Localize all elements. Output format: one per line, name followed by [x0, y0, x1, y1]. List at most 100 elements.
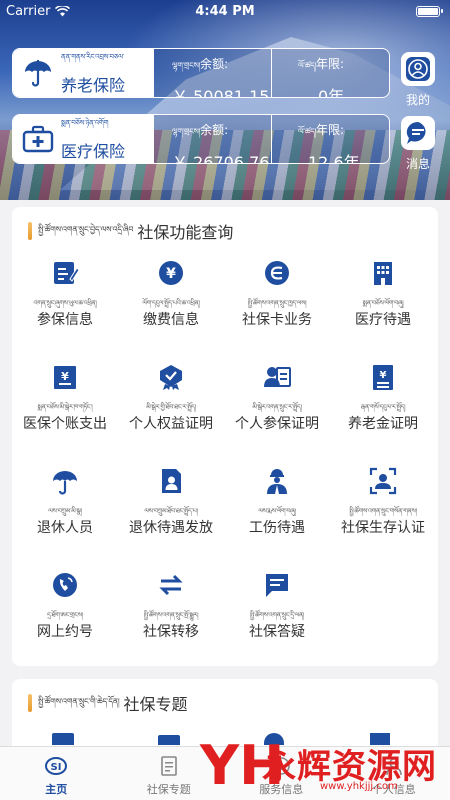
- function-personal-rights-cert[interactable]: མི་སྒེར་གྱི་ཐོབ་ཐང་ར་སྤྲོད། 个人权益证明: [118, 355, 224, 455]
- watermark: YH 永辉资源网 www.yhkjjj.com: [200, 735, 450, 800]
- svg-text:¥: ¥: [380, 370, 387, 381]
- topics-panel-title: སྤྱི་ཚོགས་འགན་སྲུང་གི་ཆེད་དོན། 社保专题: [28, 691, 188, 715]
- function-tibetan: སྤྱི་ཚོགས་འགན་སྲུང་སྤོ་སྒྱུར།: [143, 611, 199, 619]
- function-tibetan: དྲ་ཐོག་ཨང་གྲངས།: [47, 611, 83, 619]
- user-icon: [401, 52, 435, 86]
- pension-card-title: ནན་གནས་རིང་འབྲས་བཅལ་ 养老保险: [13, 49, 154, 97]
- function-label: 社保生存认证: [341, 520, 425, 536]
- functions-title: 社保功能查询: [137, 223, 234, 242]
- medical-balance-value: ￥ 26706.76: [172, 153, 270, 164]
- medical-years-value: 12.6年: [308, 153, 360, 164]
- function-label: 参保信息: [37, 312, 93, 328]
- pension-tibetan-label: ནན་གནས་རིང་འབྲས་བཅལ་: [61, 53, 125, 61]
- topics-title-tibetan: སྤྱི་ཚོགས་འགན་སྲུང་གི་ཆེད་དོན།: [38, 696, 120, 706]
- pension-balance-label: 余额:: [200, 57, 229, 71]
- function-label: 退休待遇发放: [129, 520, 213, 536]
- pension-balance-value: ￥ 50081.15: [172, 87, 270, 98]
- topics-title: 社保专题: [123, 695, 188, 714]
- title-accent-bar: [28, 222, 32, 240]
- function-tibetan: ལས་རྨས་ལོག་བཞུ།: [258, 507, 296, 515]
- function-insurance-qa[interactable]: སྤྱི་ཚོགས་འགན་སྲུང་དྲི་ལན། 社保答疑: [224, 563, 330, 663]
- functions-panel-title: སྤྱི་ཚོགས་འགན་སྲུང་བྱེད་ལས་འདྲི་ཞིབ 社保功能…: [28, 219, 233, 243]
- tab-home[interactable]: SI 主页: [0, 747, 113, 800]
- my-profile-button[interactable]: 我的: [400, 52, 436, 108]
- function-tibetan: སྤྱི་ཚོགས་འགན་སྲུང་གསོན་གནས།: [349, 507, 417, 515]
- function-label: 工伤待遇: [249, 520, 305, 536]
- ledger-icon: ¥: [49, 361, 81, 393]
- pension-years-label: 年限:: [315, 57, 344, 71]
- pension-years: ལོ་ཚད།年限: 0年: [272, 49, 389, 97]
- status-bar: Carrier 4:44 PM: [0, 0, 450, 24]
- face-scan-icon: [367, 465, 399, 497]
- function-label: 社保答疑: [249, 624, 305, 640]
- medical-years: ལོ་ཚད།年限: 12.6年: [272, 115, 389, 163]
- tab-label: 社保专题: [146, 783, 191, 796]
- function-retirement-payout[interactable]: ལས་བཀྲུམ་ཐོབ་ཐང་སྤྲོད་པ། 退休待遇发放: [118, 459, 224, 559]
- function-retirees[interactable]: ལས་བཀྲུམ་མི་སྣ། 退休人员: [12, 459, 118, 559]
- document-icon: [158, 755, 180, 777]
- function-injury-benefits[interactable]: ལས་རྨས་ལོག་བཞུ། 工伤待遇: [224, 459, 330, 559]
- function-insurance-transfer[interactable]: སྤྱི་ཚོགས་འགན་སྲུང་སྤོ་སྒྱུར། 社保转移: [118, 563, 224, 663]
- medical-years-tibetan: ལོ་ཚད།: [298, 127, 316, 136]
- medical-years-label: 年限:: [315, 123, 344, 137]
- function-medical-account-expense[interactable]: ¥ སྨན་བཅོས་མི་སྒེར་ཁ་གཏོང་། 医保个账支出: [12, 355, 118, 455]
- medical-insurance-card[interactable]: སྨན་བཅོས་ཉེན་འགོག 医疗保险 ལྷག་གྲངས།余额: ￥ 26…: [12, 114, 390, 164]
- medical-tibetan-label: སྨན་བཅོས་ཉེན་འགོག: [61, 119, 109, 127]
- topic-icon-partial: [52, 733, 74, 745]
- function-label: 退休人员: [37, 520, 93, 536]
- chat-icon: [261, 569, 293, 601]
- function-medical-benefits[interactable]: སྨན་བཅོས་ལོག་བཞུ། 医疗待遇: [330, 251, 436, 351]
- medical-title: 医疗保险: [61, 142, 126, 161]
- functions-title-tibetan: སྤྱི་ཚོགས་འགན་སྲུང་བྱེད་ལས་འདྲི་ཞིབ: [38, 224, 134, 234]
- function-personal-insurance-cert[interactable]: མི་སྒེར་འགན་སྲུང་ར་སྤྲོད། 个人参保证明: [224, 355, 330, 455]
- function-label: 医疗待遇: [355, 312, 411, 328]
- message-icon: [401, 116, 435, 150]
- certificate-icon: ¥: [367, 361, 399, 393]
- function-survival-auth[interactable]: སྤྱི་ཚོགས་འགན་སྲུང་གསོན་གནས། 社保生存认证: [330, 459, 436, 559]
- function-tibetan: ལས་བཀྲུམ་ཐོབ་ཐང་སྤྲོད་པ།: [144, 507, 198, 515]
- home-logo-icon: SI: [45, 755, 68, 777]
- function-card-business[interactable]: སྤྱི་ཚོགས་འགན་སྲུང་ཁྱད་ལས། 社保卡业务: [224, 251, 330, 351]
- function-tibetan: ལོག་དངུལ་སྤྲོད་པའི་ཆ་འཕྲིན།: [142, 299, 200, 307]
- umbrella-icon: [21, 56, 55, 90]
- function-label: 养老金证明: [348, 416, 418, 432]
- functions-panel: སྤྱི་ཚོགས་འགན་སྲུང་བྱེད་ལས་འདྲི་ཞིབ 社保功能…: [12, 207, 438, 666]
- edit-doc-icon: [49, 257, 81, 289]
- function-online-appointment[interactable]: དྲ་ཐོག་ཨང་གྲངས། 网上约号: [12, 563, 118, 663]
- header-background: [0, 0, 450, 200]
- messages-label: 消息: [405, 157, 430, 171]
- worker-icon: [261, 465, 293, 497]
- function-label: 社保卡业务: [242, 312, 312, 328]
- clock: 4:44 PM: [195, 4, 255, 19]
- function-insurance-info[interactable]: འགན་སྲུང་ཞུགས་ཡུལ་ཆ་འཕྲིན། 参保信息: [12, 251, 118, 351]
- pension-insurance-card[interactable]: ནན་གནས་རིང་འབྲས་བཅལ་ 养老保险 ལྷག་གྲངས།余额: ￥…: [12, 48, 390, 98]
- function-tibetan: རྒན་གསོ་དངུལ་ར་སྤྲོད།: [360, 403, 406, 411]
- person-doc-icon: [155, 465, 187, 497]
- pension-balance-tibetan: ལྷག་གྲངས།: [172, 61, 201, 70]
- my-profile-label: 我的: [405, 93, 430, 107]
- function-pension-cert[interactable]: ¥ རྒན་གསོ་དངུལ་ར་སྤྲོད། 养老金证明: [330, 355, 436, 455]
- watermark-url: www.yhkjjj.com: [320, 781, 398, 792]
- pension-title: 养老保险: [61, 76, 126, 95]
- function-label: 个人参保证明: [235, 416, 319, 432]
- card-icon: [261, 257, 293, 289]
- tab-label: 主页: [45, 783, 68, 796]
- pension-years-value: 0年: [318, 87, 345, 98]
- function-payment-info[interactable]: ¥ ལོག་དངུལ་སྤྲོད་པའི་ཆ་འཕྲིན། 缴费信息: [118, 251, 224, 351]
- svg-text:SI: SI: [51, 762, 62, 773]
- svg-text:¥: ¥: [166, 266, 176, 282]
- medical-balance: ལྷག་གྲངས།余额: ￥ 26706.76: [154, 115, 272, 163]
- id-card-icon: [261, 361, 293, 393]
- function-label: 社保转移: [143, 624, 199, 640]
- function-tibetan: མི་སྒེར་འགན་སྲུང་ར་སྤྲོད།: [252, 403, 302, 411]
- messages-button[interactable]: 消息: [400, 116, 436, 172]
- umbrella-icon: [49, 465, 81, 497]
- function-tibetan: ལས་བཀྲུམ་མི་སྣ།: [48, 507, 82, 515]
- hospital-icon: [367, 257, 399, 289]
- topic-icon-partial: [158, 735, 180, 745]
- title-accent-bar: [28, 694, 32, 712]
- phone-call-icon: [49, 569, 81, 601]
- function-tibetan: སྤྱི་ཚོགས་འགན་སྲུང་ཁྱད་ལས།: [247, 299, 307, 307]
- medical-balance-tibetan: ལྷག་གྲངས།: [172, 127, 201, 136]
- medical-kit-icon: [21, 122, 55, 156]
